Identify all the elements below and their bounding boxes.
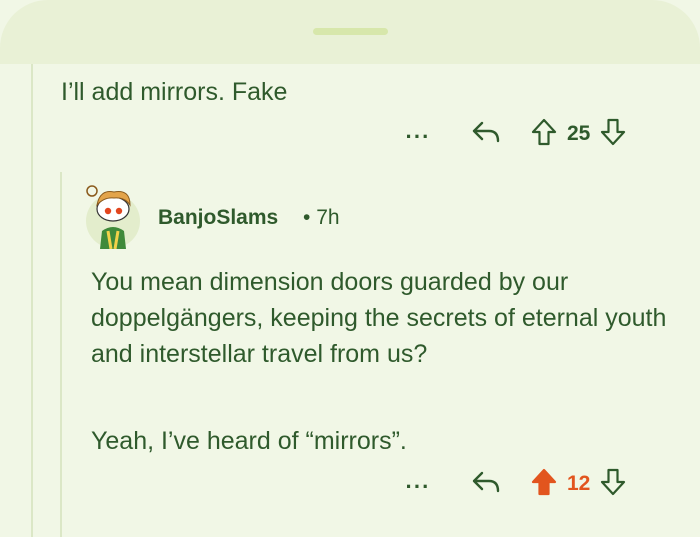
parent-comment-actions: ··· 25 — [405, 118, 626, 151]
comment-age: 7h — [316, 206, 340, 229]
snoo-avatar-icon — [86, 185, 140, 250]
reply-icon[interactable] — [471, 119, 501, 150]
comment-author[interactable]: BanjoSlams — [158, 206, 278, 230]
reply-icon[interactable] — [471, 469, 501, 500]
user-avatar[interactable] — [80, 183, 146, 250]
reply-comment-paragraph-2: Yeah, I’ve heard of “mirrors”. — [91, 427, 407, 455]
bottom-sheet-header — [0, 0, 700, 64]
reply-comment-paragraph-1: You mean dimension doors guarded by our … — [91, 268, 667, 368]
upvote-filled-icon[interactable] — [531, 468, 557, 501]
downvote-icon[interactable] — [600, 468, 626, 501]
parent-comment-text: I’ll add mirrors. Fake — [61, 78, 288, 106]
more-options-button[interactable]: ··· — [405, 472, 431, 498]
thread-line-parent[interactable] — [31, 64, 33, 537]
downvote-icon[interactable] — [600, 118, 626, 151]
thread-line-reply[interactable] — [60, 172, 62, 537]
comment-meta: • 7h — [303, 206, 340, 230]
more-options-button[interactable]: ··· — [405, 122, 431, 148]
reply-comment-actions: ··· 12 — [405, 468, 626, 501]
meta-separator: • — [303, 206, 311, 229]
vote-score: 12 — [567, 472, 591, 495]
vote-score: 25 — [567, 122, 591, 145]
drag-handle[interactable] — [313, 28, 388, 35]
upvote-icon[interactable] — [531, 118, 557, 151]
